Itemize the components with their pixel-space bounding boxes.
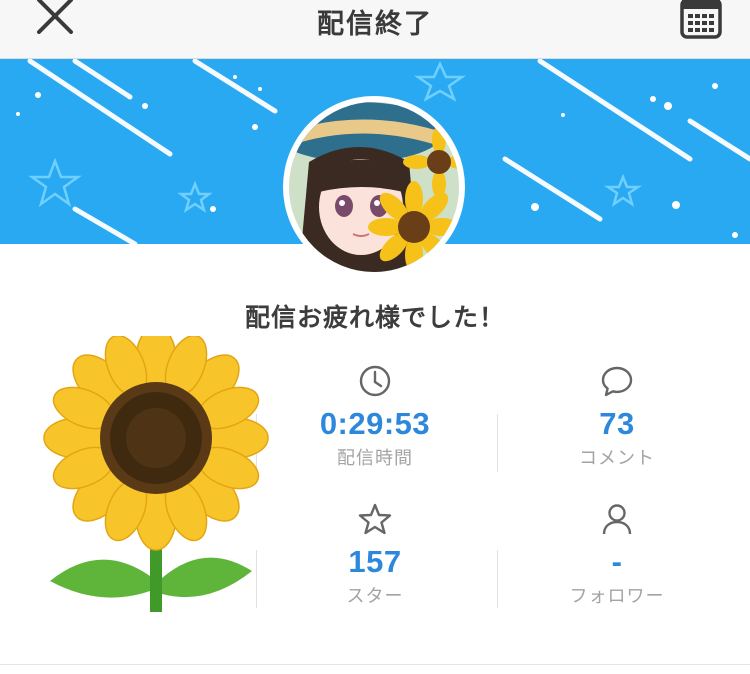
- calendar-icon: [680, 0, 722, 39]
- stat-stars: 157 スター: [255, 502, 495, 608]
- avatar-image: [289, 102, 459, 272]
- stars-value: 157: [348, 544, 402, 579]
- duration-label: 配信時間: [337, 448, 413, 469]
- top-bar: 配信終了: [0, 0, 750, 59]
- stat-divider: [497, 414, 498, 472]
- stat-duration: 0:29:53 配信時間: [255, 364, 495, 470]
- stars-label: スター: [346, 586, 404, 607]
- page-title: 配信終了: [317, 9, 433, 40]
- clock-icon: [359, 365, 391, 397]
- followers-value: -: [611, 544, 623, 579]
- avatar[interactable]: [283, 96, 465, 278]
- stat-followers: - フォロワー: [497, 502, 737, 608]
- duration-value: 0:29:53: [319, 406, 431, 441]
- comments-label: コメント: [579, 448, 655, 469]
- section-divider: [0, 664, 750, 665]
- star-icon: [358, 503, 392, 535]
- user-icon: [602, 504, 632, 535]
- comment-icon: [601, 366, 633, 397]
- thank-you-message: 配信お疲れ様でした！: [244, 303, 505, 332]
- stat-comments: 73 コメント: [497, 364, 737, 470]
- followers-label: フォロワー: [569, 586, 665, 607]
- comments-value: 73: [599, 406, 635, 441]
- stat-divider: [497, 550, 498, 608]
- sunflower-sticker: [43, 336, 269, 612]
- calendar-button[interactable]: [680, 0, 722, 40]
